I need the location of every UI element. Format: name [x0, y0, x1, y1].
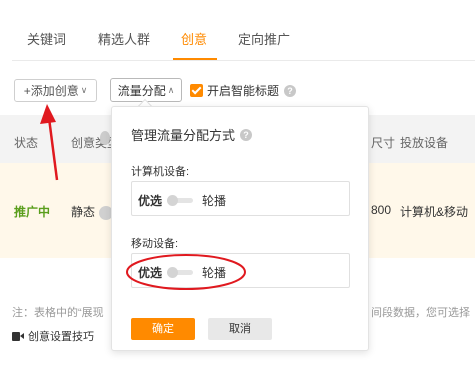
cancel-button[interactable]: 取消 — [208, 318, 272, 340]
chevron-up-icon: ∧ — [167, 84, 175, 95]
table-note: 注：表格中的“展现 — [12, 307, 104, 319]
row-type: 静态 — [71, 205, 96, 219]
column-header-size: 尺寸 — [371, 136, 396, 150]
tab-targeting[interactable]: 定向推广 — [238, 29, 290, 48]
table-note-continued: 间段数据，您可选择 — [371, 307, 470, 319]
mobile-optimize-label: 优选 — [138, 266, 163, 280]
row-size: 800 — [371, 203, 392, 217]
tab-audience[interactable]: 精选人群 — [98, 29, 150, 48]
smart-title-checkbox[interactable] — [190, 84, 203, 97]
tabs-divider — [12, 60, 475, 61]
column-header-device: 投放设备 — [400, 136, 449, 150]
creative-tips-link[interactable]: 创意设置技巧 — [12, 328, 94, 344]
mobile-allocation-option: 优选 轮播 — [131, 253, 350, 288]
help-icon[interactable]: ? — [284, 84, 297, 97]
creative-tips-label: 创意设置技巧 — [28, 331, 94, 343]
mobile-rotate-label: 轮播 — [202, 266, 227, 280]
header-toggle-icon — [100, 131, 110, 145]
add-creative-button[interactable]: +添加创意 ∨ — [14, 79, 97, 102]
pc-allocation-option: 优选 轮播 — [131, 181, 350, 216]
row-status: 推广中 — [14, 205, 51, 219]
traffic-allocation-popup: 管理流量分配方式 ? 计算机设备: 优选 轮播 移动设备: 优选 轮播 确定 取… — [111, 106, 369, 351]
add-creative-label: +添加创意 — [23, 84, 79, 98]
smart-title-option[interactable]: 开启智能标题 ? — [190, 82, 297, 99]
tab-bar: 关键词 精选人群 创意 定向推广 — [0, 0, 475, 60]
pc-rotate-label: 轮播 — [202, 194, 227, 208]
traffic-allocation-label: 流量分配 — [117, 83, 166, 98]
video-camera-icon — [12, 331, 24, 341]
smart-title-label: 开启智能标题 — [207, 84, 280, 98]
popup-title-text: 管理流量分配方式 — [131, 128, 236, 143]
row-device: 计算机&移动 — [400, 205, 469, 219]
confirm-button[interactable]: 确定 — [131, 318, 195, 340]
popup-title: 管理流量分配方式 ? — [131, 125, 253, 144]
tab-creative[interactable]: 创意 — [181, 29, 207, 48]
pc-optimize-label: 优选 — [138, 194, 163, 208]
traffic-allocation-button[interactable]: 流量分配 ∧ — [110, 78, 182, 102]
popup-help-icon[interactable]: ? — [240, 128, 253, 141]
chevron-down-icon: ∨ — [80, 85, 88, 95]
pc-allocation-toggle[interactable] — [167, 195, 193, 206]
tab-keywords[interactable]: 关键词 — [27, 29, 66, 48]
mobile-device-label: 移动设备: — [131, 238, 179, 250]
column-header-status: 状态 — [14, 136, 39, 150]
pc-device-label: 计算机设备: — [131, 166, 190, 178]
mobile-allocation-toggle[interactable] — [167, 267, 193, 278]
